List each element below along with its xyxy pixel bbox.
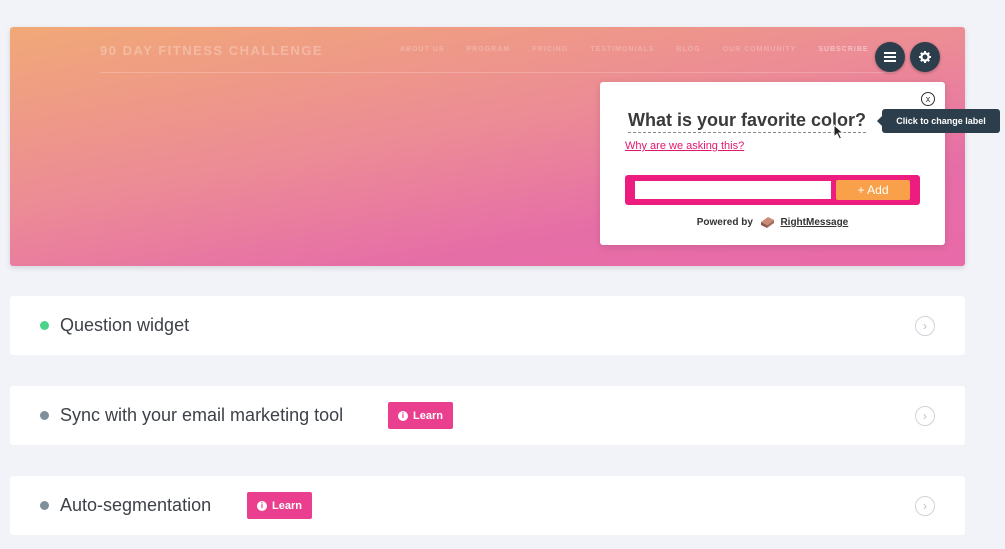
menu-button[interactable] — [875, 42, 905, 72]
rightmessage-logo-icon — [760, 217, 774, 228]
add-button[interactable]: + Add — [836, 180, 910, 200]
mouse-cursor-icon — [833, 124, 845, 140]
chevron-right-icon[interactable]: › — [915, 316, 935, 336]
menu-icon — [884, 52, 896, 62]
feature-label: Auto-segmentation — [60, 495, 212, 515]
hero-nav: ABOUT US PROGRAM PRICING TESTIMONIALS BL… — [400, 46, 869, 53]
hero-nav-item: PROGRAM — [466, 46, 511, 53]
hero-nav-item: SUBSCRIBE — [818, 46, 869, 53]
rightmessage-link[interactable]: RightMessage — [780, 217, 848, 228]
info-icon: i — [398, 410, 408, 421]
hero-nav-item: BLOG — [676, 46, 701, 53]
chevron-right-icon[interactable]: › — [915, 496, 935, 516]
status-dot-active — [40, 321, 49, 330]
info-icon: i — [257, 500, 267, 511]
gear-icon — [919, 51, 931, 63]
hero-nav-item: PRICING — [532, 46, 569, 53]
close-icon[interactable]: x — [921, 92, 935, 106]
hero-nav-item: TESTIMONIALS — [590, 46, 655, 53]
hero-divider — [100, 72, 895, 73]
learn-label: Learn — [413, 409, 443, 422]
answer-form: + Add — [625, 175, 920, 205]
feature-row-email-sync[interactable]: Sync with your email marketing tool i Le… — [10, 386, 965, 445]
why-link[interactable]: Why are we asking this? — [625, 140, 744, 152]
learn-button[interactable]: i Learn — [388, 402, 453, 429]
answer-input[interactable] — [635, 181, 831, 199]
learn-button[interactable]: i Learn — [247, 492, 312, 519]
hero-brand: 90 DAY FITNESS CHALLENGE — [100, 43, 324, 58]
status-dot-idle — [40, 501, 49, 510]
feature-row-question-widget[interactable]: Question widget › — [10, 296, 965, 355]
change-label-tooltip: Click to change label — [877, 109, 1000, 133]
powered-by: Powered by RightMessage — [600, 216, 945, 229]
status-dot-idle — [40, 411, 49, 420]
hero-nav-item: ABOUT US — [400, 46, 445, 53]
chevron-right-icon[interactable]: › — [915, 406, 935, 426]
learn-label: Learn — [272, 499, 302, 512]
hero-nav-item: OUR COMMUNITY — [722, 46, 797, 53]
feature-row-auto-segmentation[interactable]: Auto-segmentation i Learn › — [10, 476, 965, 535]
settings-button[interactable] — [910, 42, 940, 72]
powered-by-label: Powered by — [696, 217, 753, 229]
feature-label: Question widget — [60, 315, 190, 335]
question-widget: x What is your favorite color? Why are w… — [600, 82, 945, 245]
question-label[interactable]: What is your favorite color? — [628, 110, 867, 133]
feature-label: Sync with your email marketing tool — [60, 405, 344, 425]
